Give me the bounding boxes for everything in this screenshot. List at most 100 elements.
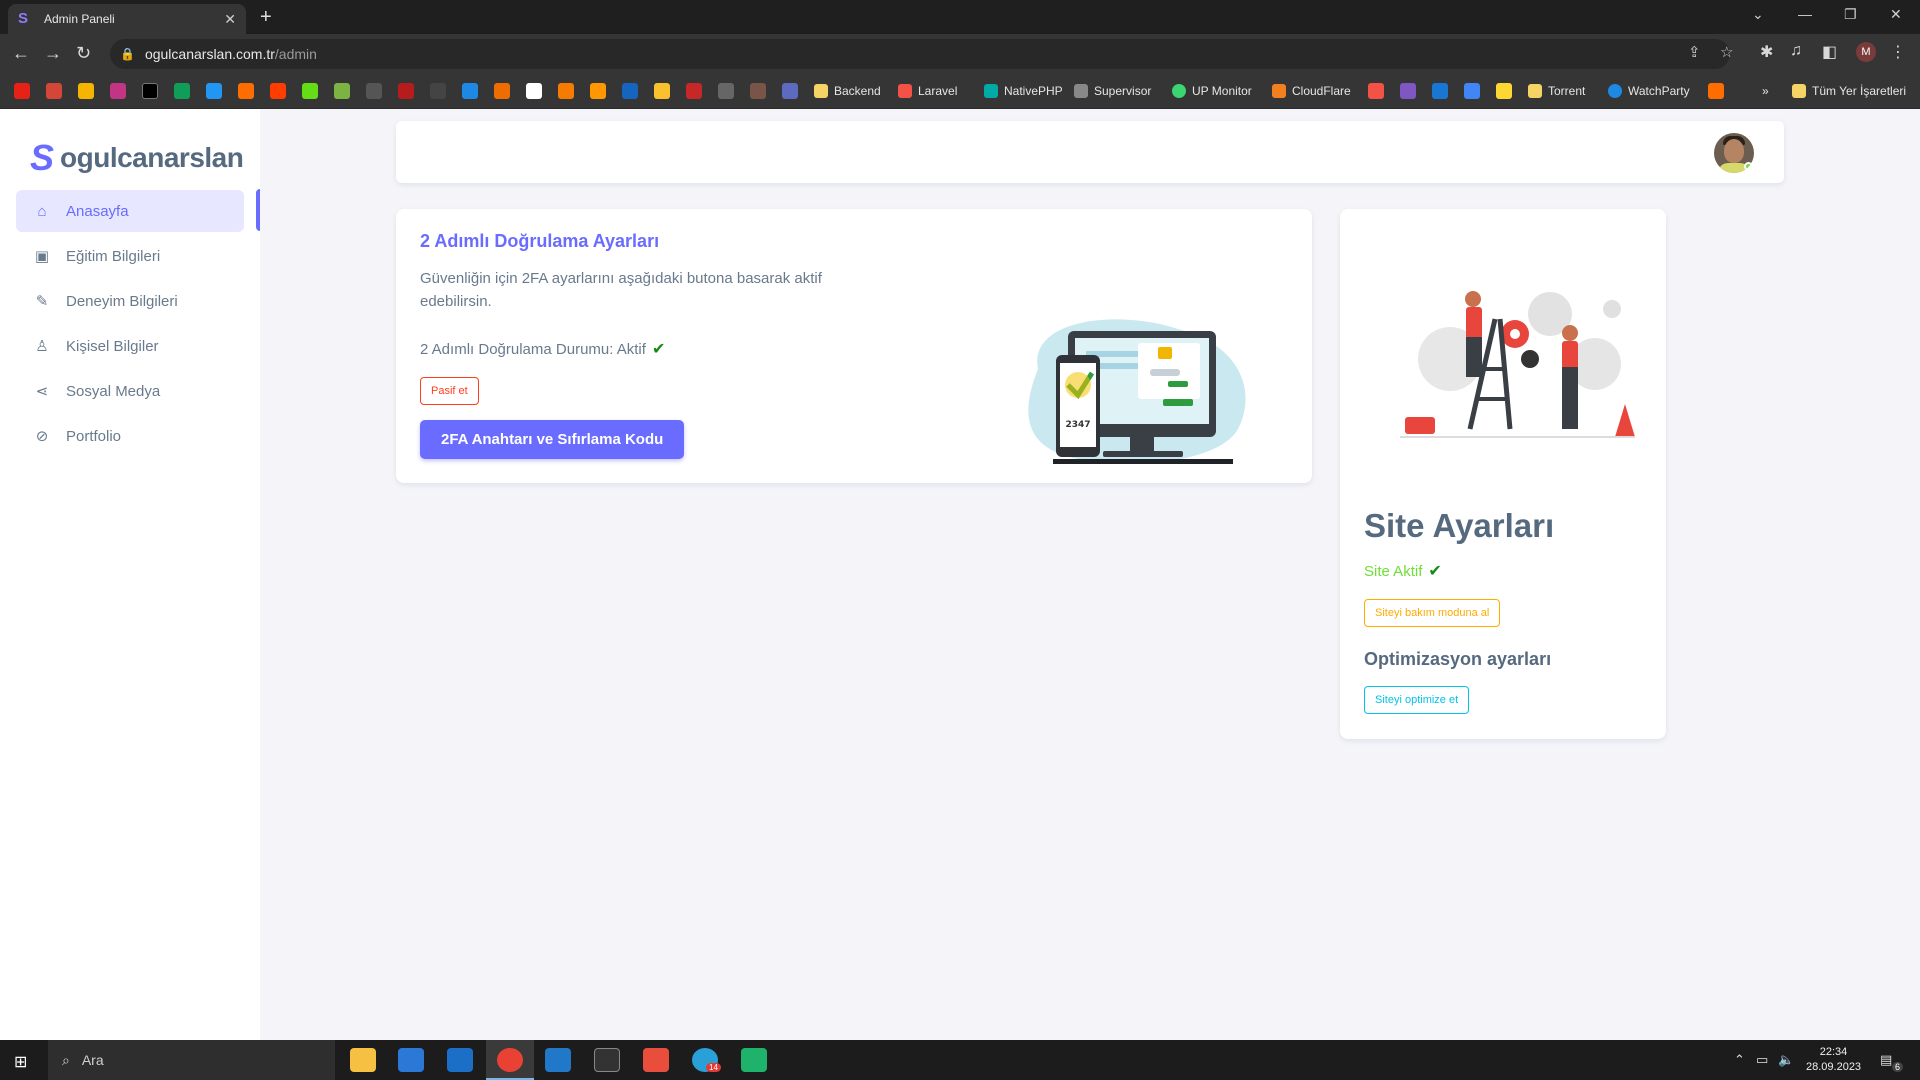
chrome-icon <box>497 1048 523 1072</box>
t-bookmark-icon[interactable] <box>590 83 606 99</box>
keep-bookmark-icon[interactable] <box>1496 83 1512 99</box>
bookmark-star-icon[interactable]: ☆ <box>1720 43 1733 61</box>
site-status: Site Aktif ✔ <box>1364 561 1442 581</box>
all-bookmarks-folder[interactable]: Tüm Yer İşaretleri <box>1792 84 1906 98</box>
profile-avatar[interactable]: M <box>1856 42 1876 62</box>
share-icon[interactable]: ⇪ <box>1688 43 1701 61</box>
r-bookmark-icon[interactable] <box>622 83 638 99</box>
speedometer-app-icon[interactable] <box>594 1048 620 1072</box>
anydesk-icon[interactable] <box>643 1048 669 1072</box>
drop-bookmark-icon[interactable] <box>334 83 350 99</box>
bird-bookmark-icon[interactable] <box>462 83 478 99</box>
sidebar-item-experience[interactable]: ✎ Deneyim Bilgileri <box>16 280 244 322</box>
b-bookmark-icon[interactable] <box>686 83 702 99</box>
laravel2-bookmark-icon[interactable] <box>1368 83 1384 99</box>
bookmark-supervisor[interactable]: Supervisor <box>1074 84 1151 98</box>
volume-icon[interactable]: 🔈 <box>1778 1052 1794 1068</box>
system-clock[interactable]: 22:34 28.09.2023 <box>1806 1045 1861 1075</box>
site-status-text: Site Aktif <box>1364 562 1423 580</box>
notifications-icon[interactable]: ▤ <box>1880 1052 1892 1068</box>
bookmark-laravel[interactable]: Laravel <box>898 84 957 98</box>
orange-bookmark-icon[interactable] <box>1708 83 1724 99</box>
media-icon[interactable]: ♫ <box>1790 42 1802 60</box>
2fa-keys-button[interactable]: 2FA Anahtarı ve Sıfırlama Kodu <box>420 420 685 459</box>
yellow-bookmark-icon[interactable] <box>654 83 670 99</box>
sidebar-item-home[interactable]: ⌂ Anasayfa <box>16 190 244 232</box>
bookmarks-more[interactable]: » <box>1762 84 1769 98</box>
new-tab-button[interactable]: + <box>260 6 272 29</box>
check-icon: ✔ <box>1428 563 1442 580</box>
m-bookmark-icon[interactable] <box>1432 83 1448 99</box>
address-bar[interactable]: 🔒 ogulcanarslan.com.tr /admin <box>110 39 1730 69</box>
file-explorer-icon[interactable] <box>350 1048 376 1072</box>
back-icon[interactable]: ← <box>12 43 30 64</box>
forward-icon[interactable]: → <box>44 43 62 64</box>
x-bookmark-icon[interactable] <box>142 83 158 99</box>
user-avatar[interactable] <box>1714 133 1754 173</box>
maintenance-mode-button[interactable]: Siteyi bakım moduna al <box>1364 599 1501 627</box>
browser-toolbar: ← → ↻ 🔒 ogulcanarslan.com.tr /admin ⇪ ☆ … <box>0 34 1920 74</box>
sidebar-item-education[interactable]: ▣ Eğitim Bilgileri <box>16 235 244 277</box>
taskbar-search[interactable]: ⌕ Ara <box>48 1040 335 1080</box>
store-icon[interactable] <box>398 1048 424 1072</box>
tray-chevron-icon[interactable]: ⌃ <box>1734 1052 1745 1068</box>
mail-icon[interactable] <box>447 1048 473 1072</box>
bookmark-backend[interactable]: Backend <box>814 84 881 98</box>
bookmark-watchparty[interactable]: WatchParty <box>1608 84 1690 98</box>
sidebar-item-portfolio[interactable]: ⊘ Portfolio <box>16 415 244 457</box>
close-window-button[interactable]: ✕ <box>1890 6 1902 23</box>
amazon-bookmark-icon[interactable] <box>526 83 542 99</box>
circle-bookmark-icon[interactable] <box>558 83 574 99</box>
tab-search-icon[interactable]: ⌄ <box>1752 6 1764 23</box>
photos-bookmark-icon[interactable] <box>78 83 94 99</box>
sidebar-item-personal[interactable]: ♙ Kişisel Bilgiler <box>16 325 244 367</box>
bookmark-torrent[interactable]: Torrent <box>1528 84 1585 98</box>
instagram-bookmark-icon[interactable] <box>110 83 126 99</box>
app-bookmark-icon[interactable] <box>206 83 222 99</box>
disable-2fa-button[interactable]: Pasif et <box>420 377 479 405</box>
linux-bookmark-icon[interactable] <box>430 83 446 99</box>
menu-icon[interactable]: ⋮ <box>1890 42 1906 62</box>
bookmark-nativephp[interactable]: NativePHP <box>984 84 1063 98</box>
gmail-bookmark-icon[interactable] <box>46 83 62 99</box>
optimize-site-button[interactable]: Siteyi optimize et <box>1364 686 1470 714</box>
bookmark-cloudflare[interactable]: CloudFlare <box>1272 84 1351 98</box>
play-app-icon[interactable] <box>741 1048 767 1072</box>
power-bookmark-icon[interactable] <box>302 83 318 99</box>
chrome-taskbar-item[interactable] <box>486 1040 534 1080</box>
side-panel-icon[interactable]: ◧ <box>1822 42 1837 62</box>
php-bookmark-icon[interactable] <box>782 83 798 99</box>
gray-bookmark-icon[interactable] <box>718 83 734 99</box>
extensions-icon[interactable]: ✱ <box>1760 42 1773 62</box>
minimize-button[interactable]: — <box>1798 6 1812 22</box>
windows-start-icon[interactable]: ⊞ <box>14 1052 27 1072</box>
site-settings-title: Site Ayarları <box>1364 507 1555 544</box>
sidebar-item-label: Kişisel Bilgiler <box>66 337 159 355</box>
drive-bookmark-icon[interactable] <box>174 83 190 99</box>
hb-bookmark-icon[interactable] <box>494 83 510 99</box>
sidebar-item-social[interactable]: ⋖ Sosyal Medya <box>16 370 244 412</box>
dh2-bookmark-icon[interactable] <box>270 83 286 99</box>
restore-button[interactable]: ❐ <box>1844 6 1857 23</box>
translate-bookmark-icon[interactable] <box>1464 83 1480 99</box>
reload-icon[interactable]: ↻ <box>76 43 91 64</box>
nativephp-icon <box>984 84 998 98</box>
network-icon[interactable]: ▭ <box>1756 1052 1768 1068</box>
bookmark-label: UP Monitor <box>1192 84 1252 98</box>
purple-bookmark-icon[interactable] <box>1400 83 1416 99</box>
vscode-icon[interactable] <box>545 1048 571 1072</box>
browser-tab[interactable]: S Admin Paneli ✕ <box>8 4 246 34</box>
speed-bookmark-icon[interactable] <box>366 83 382 99</box>
bookmark-upmonitor[interactable]: UP Monitor <box>1172 84 1252 98</box>
dh-bookmark-icon[interactable] <box>238 83 254 99</box>
folder-icon <box>814 84 828 98</box>
sidebar-item-label: Anasayfa <box>66 202 129 220</box>
notification-count: 6 <box>1892 1062 1904 1072</box>
youtube-bookmark-icon[interactable] <box>14 83 30 99</box>
twofa-title: 2 Adımlı Doğrulama Ayarları <box>420 231 660 251</box>
lock-icon: 🔒 <box>120 47 135 61</box>
gauge-bookmark-icon[interactable] <box>398 83 414 99</box>
brand-logo[interactable]: S ogulcanarslan <box>30 137 244 179</box>
brown-bookmark-icon[interactable] <box>750 83 766 99</box>
tab-close-icon[interactable]: ✕ <box>224 11 236 28</box>
